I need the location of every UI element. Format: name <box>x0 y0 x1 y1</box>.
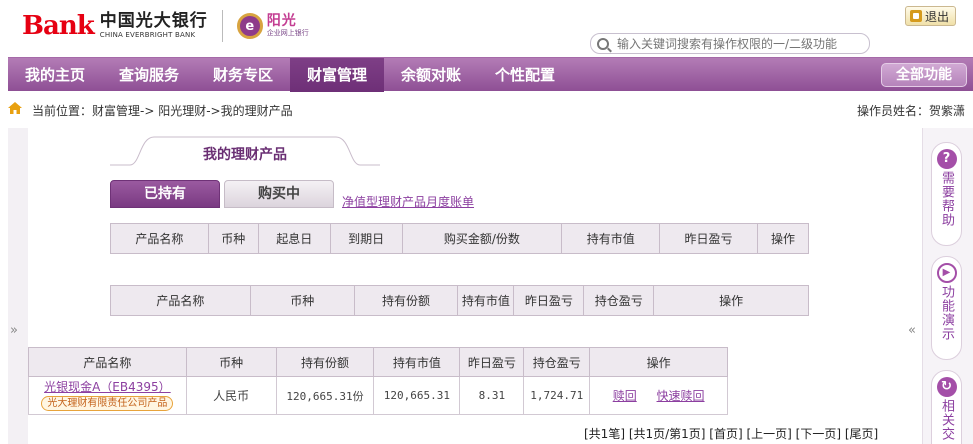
main-nav: 我的主页 查询服务 财务专区 财富管理 余额对账 个性配置 全部功能 <box>8 57 973 92</box>
breadcrumb: 当前位置：财富管理-> 阳光理财->我的理财产品 操作员姓名：贺紫潇 <box>0 99 973 121</box>
cell-market-value: 120,665.31 <box>373 376 461 415</box>
right-sidebar: ? 需要帮助 ▶ 功能演示 ↻ 相关交 <box>922 128 973 444</box>
col-product-name: 产品名称 <box>28 347 187 377</box>
search-input[interactable] <box>617 36 857 51</box>
issuer-badge: 光大理财有限责任公司产品 <box>41 395 174 411</box>
col-yesterday-pl: 昨日盈亏 <box>659 223 758 254</box>
exit-icon <box>909 10 922 22</box>
col-position-pl: 持仓盈亏 <box>523 347 591 377</box>
product-link[interactable]: 光银现金A（EB4395） <box>44 380 171 394</box>
demo-button[interactable]: ▶ 功能演示 <box>931 256 962 360</box>
col-start-date: 起息日 <box>257 223 331 254</box>
col-currency: 币种 <box>207 223 259 254</box>
pagination[interactable]: [共1笔] [共1页/第1页] [首页] [上一页] [下一页] [尾页] <box>584 425 878 442</box>
bank-logo[interactable]: Bank 中国光大银行 CHINA EVERBRIGHT BANK e 阳光 企… <box>22 10 309 42</box>
nav-item-finance[interactable]: 财务专区 <box>196 58 290 92</box>
header: Bank 中国光大银行 CHINA EVERBRIGHT BANK e 阳光 企… <box>0 0 973 57</box>
cell-position-pl: 1,724.71 <box>523 376 591 415</box>
search-box[interactable] <box>590 33 870 54</box>
collapse-right-icon[interactable]: « <box>908 323 916 338</box>
left-collapse-strip <box>8 128 28 444</box>
tab-held[interactable]: 已持有 <box>110 180 220 208</box>
help-button[interactable]: ? 需要帮助 <box>931 142 962 246</box>
col-market-value: 持有市值 <box>373 347 461 377</box>
col-currency: 币种 <box>185 347 277 377</box>
help-icon: ? <box>936 149 957 169</box>
expand-left-icon[interactable]: » <box>10 323 18 338</box>
col-product-name: 产品名称 <box>110 223 209 254</box>
col-yesterday-pl: 昨日盈亏 <box>459 347 525 377</box>
exit-label: 退出 <box>924 9 949 24</box>
cell-actions: 赎回 快速赎回 <box>589 376 728 415</box>
col-actions: 操作 <box>653 285 809 316</box>
sunshine-badge-logo: e 阳光 企业网上银行 <box>236 13 309 39</box>
logo-divider <box>221 10 223 42</box>
play-icon: ▶ <box>936 263 957 283</box>
col-market-value: 持有市值 <box>561 223 661 254</box>
col-shares: 持有份额 <box>275 347 375 377</box>
col-currency: 币种 <box>249 285 355 316</box>
table-row: 光银现金A（EB4395） 光大理财有限责任公司产品 人民币 120,665.3… <box>28 376 728 415</box>
cell-shares: 120,665.31份 <box>275 376 375 415</box>
logo-en: CHINA EVERBRIGHT BANK <box>99 31 196 39</box>
nav-item-home[interactable]: 我的主页 <box>8 58 102 92</box>
col-actions: 操作 <box>589 347 728 377</box>
cell-yesterday-pl: 8.31 <box>459 376 525 415</box>
exit-button[interactable]: 退出 <box>904 6 956 26</box>
col-yesterday-pl: 昨日盈亏 <box>513 285 585 316</box>
redeem-link[interactable]: 赎回 <box>613 389 637 403</box>
logo-mark: Bank <box>22 11 95 41</box>
nav-item-wealth[interactable]: 财富管理 <box>290 58 384 92</box>
home-icon[interactable] <box>8 102 22 114</box>
operator-name: 操作员姓名：贺紫潇 <box>856 104 965 118</box>
col-shares: 持有份额 <box>353 285 459 316</box>
col-product-name: 产品名称 <box>110 285 251 316</box>
page-title: 我的理财产品 <box>203 147 287 163</box>
help-label: 需要帮助 <box>939 171 954 227</box>
badge-subtitle: 企业网上银行 <box>266 28 309 37</box>
cell-currency: 人民币 <box>185 376 277 415</box>
breadcrumb-path: 当前位置：财富管理-> 阳光理财->我的理财产品 <box>32 104 293 118</box>
related-label: 相关交 <box>939 399 954 441</box>
col-actions: 操作 <box>756 223 810 254</box>
col-purchase-amount: 购买金额/份数 <box>401 223 563 254</box>
badge-title: 阳光 <box>266 13 297 30</box>
col-end-date: 到期日 <box>329 223 403 254</box>
nav-item-settings[interactable]: 个性配置 <box>478 58 572 92</box>
tab-buying[interactable]: 购买中 <box>224 180 334 208</box>
refresh-icon: ↻ <box>936 377 957 397</box>
held-products-table-2: 产品名称 币种 持有份额 持有市值 昨日盈亏 持仓盈亏 操作 <box>110 285 809 316</box>
all-functions-button[interactable]: 全部功能 <box>881 63 967 87</box>
logo-cn: 中国光大银行 <box>99 11 208 31</box>
nav-item-query[interactable]: 查询服务 <box>102 58 196 92</box>
search-icon <box>597 37 609 50</box>
demo-label: 功能演示 <box>939 285 954 341</box>
badge-e-icon: e <box>236 13 263 39</box>
held-products-table-3: 产品名称 币种 持有份额 持有市值 昨日盈亏 持仓盈亏 操作 光银现金A（EB4… <box>28 347 728 415</box>
related-button[interactable]: ↻ 相关交 <box>931 370 962 444</box>
nav-item-balance[interactable]: 余额对账 <box>384 58 478 92</box>
monthly-statement-link[interactable]: 净值型理财产品月度账单 <box>342 193 474 210</box>
page-title-tab: 我的理财产品 <box>110 136 380 166</box>
cell-product: 光银现金A（EB4395） 光大理财有限责任公司产品 <box>28 376 187 415</box>
held-products-table-1: 产品名称 币种 起息日 到期日 购买金额/份数 持有市值 昨日盈亏 操作 <box>110 223 810 254</box>
quick-redeem-link[interactable]: 快速赎回 <box>657 389 705 403</box>
col-position-pl: 持仓盈亏 <box>583 285 655 316</box>
col-market-value: 持有市值 <box>457 285 515 316</box>
